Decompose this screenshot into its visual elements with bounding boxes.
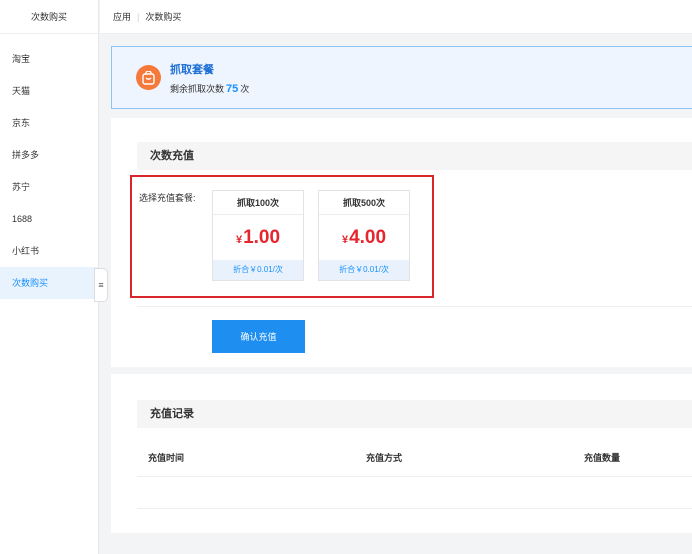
package-title: 抓取100次 bbox=[213, 191, 303, 215]
remaining-count: 75 bbox=[226, 82, 239, 95]
table-row-divider bbox=[137, 508, 692, 509]
recharge-section-title: 次数充值 bbox=[137, 142, 692, 170]
sidebar-collapse-button[interactable]: ≡ bbox=[94, 268, 108, 302]
table-header-divider bbox=[137, 476, 692, 477]
sidebar-item-pinduoduo[interactable]: 拼多多 bbox=[0, 139, 98, 171]
remaining-count-text: 剩余抓取次数 75 次 bbox=[170, 82, 249, 95]
bag-icon bbox=[136, 65, 161, 90]
sidebar-title: 次数购买 bbox=[0, 0, 98, 34]
confirm-recharge-button[interactable]: 确认充值 bbox=[212, 320, 305, 353]
price-value: 4.00 bbox=[349, 227, 387, 248]
currency-symbol: ¥ bbox=[235, 234, 243, 246]
column-header-method: 充值方式 bbox=[366, 453, 403, 463]
currency-symbol: ¥ bbox=[341, 234, 349, 246]
sidebar-item-purchase[interactable]: 次数购买 bbox=[0, 267, 98, 299]
column-header-time: 充值时间 bbox=[148, 453, 185, 463]
breadcrumb-root[interactable]: 应用 bbox=[113, 10, 131, 23]
package-option-500[interactable]: 抓取500次 ¥4.00 折合￥0.01/次 bbox=[318, 190, 410, 281]
notice-title: 抓取套餐 bbox=[170, 63, 214, 76]
select-package-label: 选择充值套餐: bbox=[139, 193, 196, 203]
sidebar-item-xiaohongshu[interactable]: 小红书 bbox=[0, 235, 98, 267]
column-header-quantity: 充值数量 bbox=[584, 453, 621, 463]
package-title: 抓取500次 bbox=[319, 191, 409, 215]
remaining-label: 剩余抓取次数 bbox=[170, 83, 225, 94]
records-section-title: 充值记录 bbox=[137, 400, 692, 428]
package-notice: 抓取套餐 剩余抓取次数 75 次 bbox=[111, 46, 692, 109]
breadcrumb: 应用 | 次数购买 bbox=[100, 0, 692, 34]
package-price: ¥1.00 bbox=[213, 215, 303, 260]
divider bbox=[137, 306, 692, 307]
breadcrumb-separator: | bbox=[137, 11, 140, 22]
package-option-100[interactable]: 抓取100次 ¥1.00 折合￥0.01/次 bbox=[212, 190, 304, 281]
remaining-unit: 次 bbox=[240, 83, 250, 94]
package-price: ¥4.00 bbox=[319, 215, 409, 260]
menu-icon: ≡ bbox=[98, 280, 104, 290]
price-value: 1.00 bbox=[243, 227, 281, 248]
sidebar-item-tmall[interactable]: 天猫 bbox=[0, 75, 98, 107]
sidebar-item-jd[interactable]: 京东 bbox=[0, 107, 98, 139]
records-panel: 充值记录 充值时间 充值方式 充值数量 bbox=[111, 374, 692, 533]
package-rate: 折合￥0.01/次 bbox=[319, 260, 409, 280]
recharge-panel: 次数充值 选择充值套餐: 抓取100次 ¥1.00 折合￥0.01/次 抓取50… bbox=[111, 118, 692, 367]
breadcrumb-current: 次数购买 bbox=[145, 12, 182, 22]
sidebar-item-taobao[interactable]: 淘宝 bbox=[0, 43, 98, 75]
sidebar: 次数购买 淘宝 天猫 京东 拼多多 苏宁 1688 小红书 次数购买 bbox=[0, 0, 99, 554]
sidebar-item-suning[interactable]: 苏宁 bbox=[0, 171, 98, 203]
package-rate: 折合￥0.01/次 bbox=[213, 260, 303, 280]
package-select-highlight: 选择充值套餐: 抓取100次 ¥1.00 折合￥0.01/次 抓取500次 ¥4… bbox=[130, 175, 434, 298]
sidebar-item-1688[interactable]: 1688 bbox=[0, 203, 98, 235]
